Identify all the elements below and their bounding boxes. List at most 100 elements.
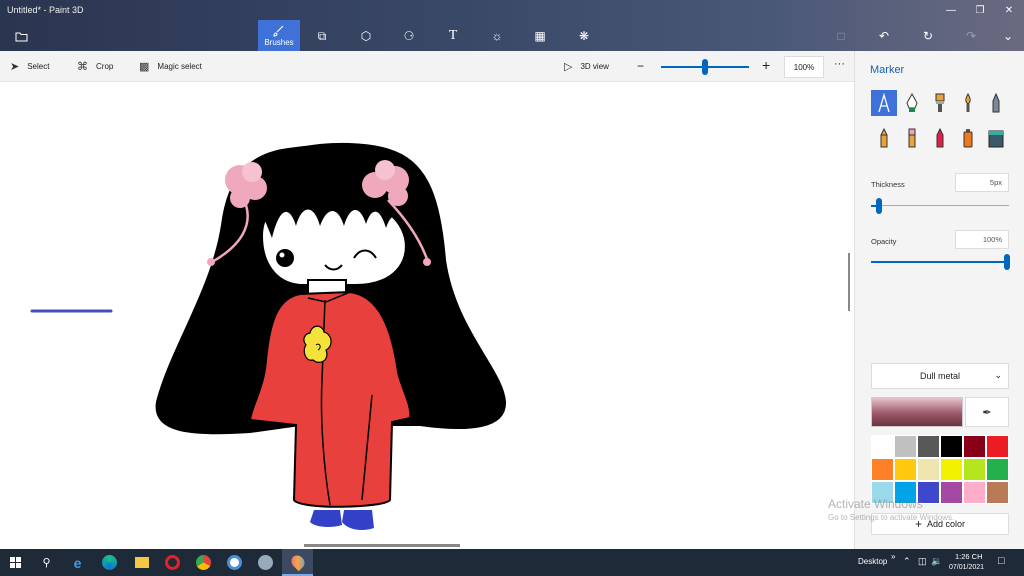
more-options-button[interactable]: ··· xyxy=(834,58,845,70)
edge-icon xyxy=(102,555,117,570)
undo-button[interactable]: ↶ xyxy=(873,26,895,46)
zoom-value[interactable]: 100% xyxy=(784,56,824,78)
notification-icon[interactable]: □ xyxy=(998,555,1005,567)
color-swatch[interactable] xyxy=(963,458,986,481)
zoom-out-button[interactable]: − xyxy=(637,59,644,73)
opacity-slider-fill[interactable] xyxy=(871,261,1005,263)
vertical-scrollbar[interactable] xyxy=(848,253,850,311)
spray-can-icon xyxy=(963,129,973,148)
color-swatch[interactable] xyxy=(917,481,940,504)
history-button[interactable]: ↻ xyxy=(917,26,939,46)
restore-button[interactable]: ❐ xyxy=(966,0,994,20)
text-icon: T xyxy=(448,28,458,43)
current-color-swatch[interactable] xyxy=(871,397,963,427)
drawing-canvas[interactable] xyxy=(0,82,848,549)
add-color-label: Add color xyxy=(926,519,966,529)
volume-icon[interactable]: 🔉 xyxy=(931,556,942,567)
fill-brush[interactable] xyxy=(983,125,1009,151)
zoom-slider-thumb[interactable] xyxy=(702,59,708,75)
spray-can-brush[interactable] xyxy=(955,125,981,151)
select-button[interactable]: ➤ Select xyxy=(10,60,49,73)
color-swatch[interactable] xyxy=(963,481,986,504)
redo-button[interactable]: ↷ xyxy=(960,26,982,46)
watercolor-icon xyxy=(965,93,971,112)
expand-button[interactable]: ⌄ xyxy=(997,26,1019,46)
color-swatch[interactable] xyxy=(894,458,917,481)
color-swatch[interactable] xyxy=(986,481,1009,504)
color-swatch[interactable] xyxy=(871,458,894,481)
3d-view-label: 3D view xyxy=(580,62,609,71)
color-swatch[interactable] xyxy=(963,435,986,458)
opacity-input[interactable]: 100% xyxy=(955,230,1009,249)
taskbar-opera[interactable] xyxy=(157,549,188,576)
network-icon[interactable]: ◫ xyxy=(918,556,927,567)
taskbar-edge[interactable] xyxy=(94,549,125,576)
tab-brushes[interactable]: Brushes xyxy=(258,20,300,51)
zoom-in-button[interactable]: + xyxy=(762,57,770,73)
taskbar-chrome[interactable] xyxy=(188,549,219,576)
crayon-brush[interactable] xyxy=(927,125,953,151)
clock-time[interactable]: 1:26 CH xyxy=(955,552,983,561)
thickness-slider-thumb[interactable] xyxy=(876,198,882,214)
color-swatch[interactable] xyxy=(940,435,963,458)
clock-date[interactable]: 07/01/2021 xyxy=(949,564,984,571)
panel-title: Marker xyxy=(870,64,905,76)
watercolor-brush[interactable] xyxy=(955,90,981,116)
start-button[interactable] xyxy=(0,549,31,576)
color-swatch[interactable] xyxy=(917,458,940,481)
tab-canvas[interactable]: ▦ xyxy=(529,26,551,46)
color-swatch[interactable] xyxy=(894,435,917,458)
desktop-toolbar-label[interactable]: Desktop xyxy=(858,557,887,566)
color-palette xyxy=(871,435,1009,504)
opacity-slider-thumb[interactable] xyxy=(1004,254,1010,270)
color-swatch[interactable] xyxy=(871,481,894,504)
toolbar-chevron[interactable]: » xyxy=(891,552,895,561)
pencil-brush[interactable] xyxy=(871,125,897,151)
close-button[interactable]: ✕ xyxy=(995,0,1023,20)
color-swatch[interactable] xyxy=(986,435,1009,458)
eyedropper-icon: ✒ xyxy=(982,406,992,419)
marker-brush[interactable] xyxy=(871,90,897,116)
pixel-pen-brush[interactable] xyxy=(983,90,1009,116)
color-swatch[interactable] xyxy=(940,458,963,481)
menu-button[interactable] xyxy=(10,26,32,46)
taskbar-edge-legacy[interactable]: e xyxy=(62,549,93,576)
tab-2d-shapes[interactable]: ⧉ xyxy=(311,26,333,46)
finish-value: Dull metal xyxy=(919,371,960,381)
crop-button[interactable]: ⌘ Crop xyxy=(77,60,113,73)
chevron-up-icon[interactable]: ⌃ xyxy=(903,556,911,567)
minimize-button[interactable]: — xyxy=(937,0,965,20)
calligraphy-pen-brush[interactable] xyxy=(899,90,925,116)
left-shoe xyxy=(310,510,342,527)
finish-dropdown[interactable]: Dull metal ⌄ xyxy=(871,363,1009,389)
thickness-slider-track[interactable] xyxy=(871,205,1009,206)
color-swatch[interactable] xyxy=(986,458,1009,481)
tab-3d-library[interactable]: ❋ xyxy=(573,26,595,46)
chrome-icon xyxy=(196,555,211,570)
share-button[interactable]: □ xyxy=(830,26,852,46)
search-button[interactable]: ⚲ xyxy=(31,549,62,576)
magic-select-button[interactable]: ▩ Magic select xyxy=(139,60,202,73)
3d-view-button[interactable]: ▷ 3D view xyxy=(564,60,609,73)
app-icon xyxy=(258,555,273,570)
taskbar-paint3d[interactable] xyxy=(282,549,313,576)
color-swatch[interactable] xyxy=(917,435,940,458)
left-eye xyxy=(276,249,294,267)
add-color-button[interactable]: + Add color xyxy=(871,513,1009,535)
taskbar-browser[interactable] xyxy=(219,549,250,576)
tab-stickers[interactable]: ⚆ xyxy=(398,26,420,46)
color-swatch[interactable] xyxy=(894,481,917,504)
tab-effects[interactable]: ☼ xyxy=(486,26,508,46)
tab-3d-shapes[interactable]: ⬡ xyxy=(355,26,377,46)
taskbar-app[interactable] xyxy=(250,549,281,576)
tab-text[interactable]: T xyxy=(442,26,464,46)
eraser-brush[interactable] xyxy=(899,125,925,151)
horizontal-scrollbar[interactable] xyxy=(304,544,460,547)
thickness-input[interactable]: 5px xyxy=(955,173,1009,192)
color-swatch[interactable] xyxy=(940,481,963,504)
color-swatch[interactable] xyxy=(871,435,894,458)
eyedropper-button[interactable]: ✒ xyxy=(965,397,1009,427)
oil-brush[interactable] xyxy=(927,90,953,116)
magic-select-icon: ▩ xyxy=(139,61,150,73)
taskbar-file-explorer[interactable] xyxy=(126,549,157,576)
